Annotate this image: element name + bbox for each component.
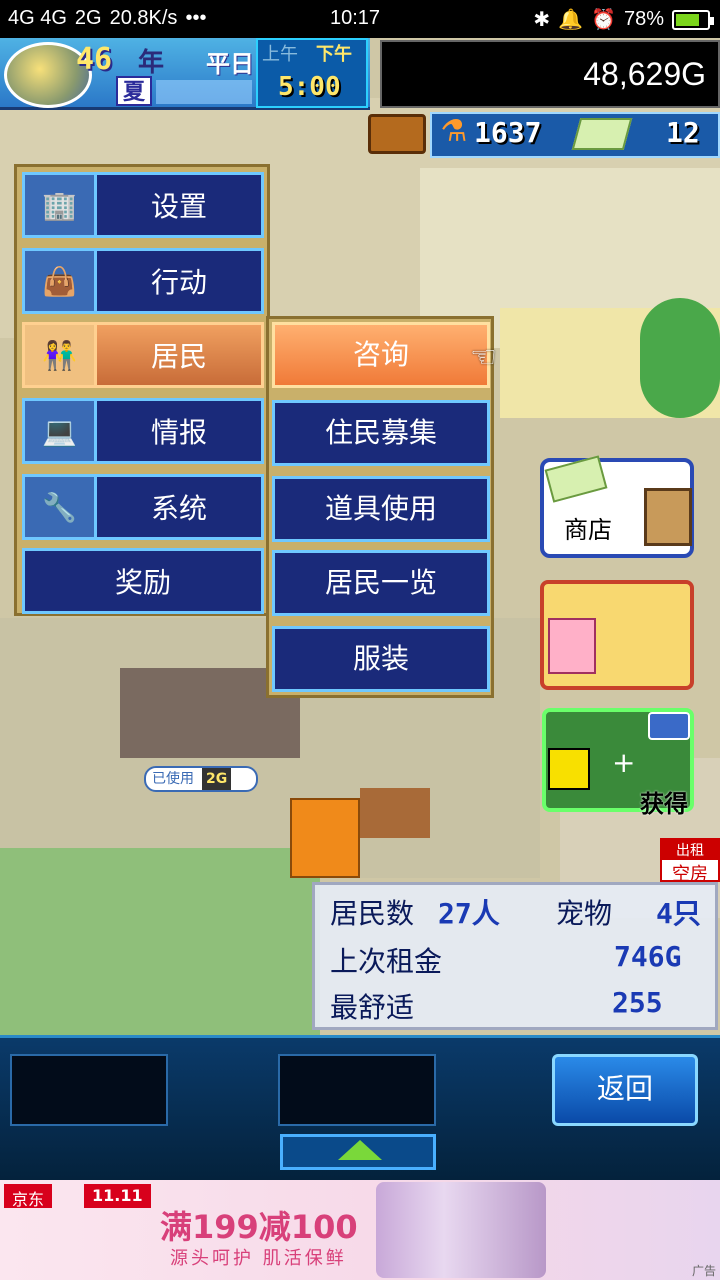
network-indicator-2: 2G xyxy=(74,7,102,29)
ampm-indicator: 上午 下午 xyxy=(262,44,352,65)
ad-product-image xyxy=(376,1182,546,1278)
vacancy-tag[interactable]: 出租 空房 xyxy=(660,838,720,885)
season-indicator xyxy=(156,80,252,104)
back-button[interactable]: 返回 xyxy=(552,1054,698,1126)
submenu-use-item[interactable]: 道具使用 xyxy=(272,476,490,542)
menu-item-settings[interactable]: 🏢 设置 xyxy=(22,172,264,238)
research-flask-icon: ⚗ xyxy=(440,114,468,149)
pets-value: 4只 xyxy=(656,897,701,930)
camera-label: 获得 xyxy=(640,790,688,818)
network-indicator: 4G 4G xyxy=(8,7,67,29)
residents-count-value: 27人 xyxy=(438,897,500,930)
season-label: 夏 xyxy=(116,76,152,106)
menu-item-residents[interactable]: 👫 居民 xyxy=(22,322,264,388)
alarm-icon: ⏰ xyxy=(591,9,616,31)
research-points: 1637 xyxy=(474,116,542,149)
ticket-icon xyxy=(571,118,633,150)
empty-slot-1[interactable] xyxy=(10,1054,168,1126)
menu-item-system[interactable]: 🔧 系统 xyxy=(22,474,264,540)
money-display: 48,629G xyxy=(380,40,720,108)
last-rent-value: 746G xyxy=(614,940,682,973)
weekday-label: 平日 xyxy=(206,50,254,78)
battery-icon xyxy=(672,9,714,30)
submenu-clothing[interactable]: 服装 xyxy=(272,626,490,692)
girl-character-icon xyxy=(548,618,596,674)
status-bar: 4G 4G 2G 20.8K/s ••• 10:17 ✱ 🔔 ⏰ 78% xyxy=(0,0,720,38)
tools-icon: 🔧 xyxy=(25,477,97,537)
comfort-value: 255 xyxy=(612,986,663,1019)
submenu-resident-list[interactable]: 居民一览 xyxy=(272,550,490,616)
game-clock: 5:00 xyxy=(278,72,341,102)
ad-subline: 源头呵护 肌活保鲜 xyxy=(170,1248,347,1269)
more-notifications-icon: ••• xyxy=(185,7,207,29)
status-time: 10:17 xyxy=(330,7,381,29)
menu-item-rewards[interactable]: 奖励 xyxy=(22,548,264,614)
residents-count-label: 居民数 xyxy=(330,897,415,930)
camera-icon xyxy=(648,712,690,740)
ticket-count: 12 xyxy=(666,116,700,149)
year-label: 年 xyxy=(138,48,165,78)
comfort-label: 最舒适 xyxy=(330,991,415,1024)
plus-icon: + xyxy=(612,746,636,779)
battery-percent: 78% xyxy=(623,8,664,30)
shop-label: 商店 xyxy=(564,516,612,544)
hand-pointer-icon: ☜ xyxy=(470,340,497,375)
bluetooth-icon: ✱ xyxy=(533,9,551,31)
empty-slot-2[interactable] xyxy=(278,1054,436,1126)
mute-icon: 🔔 xyxy=(558,9,584,31)
submenu-consult[interactable]: 咨询 xyxy=(272,322,490,388)
menu-item-action[interactable]: 👜 行动 xyxy=(22,248,264,314)
ad-tag: 11.11 xyxy=(84,1184,151,1208)
treasure-chest-icon[interactable] xyxy=(368,114,426,154)
ad-mark: 广告 xyxy=(691,1264,716,1278)
in-use-tag: 已使用 2G xyxy=(144,766,258,792)
ad-brand: 京东 xyxy=(4,1184,53,1209)
pets-label: 宠物 xyxy=(556,897,613,930)
building-icon: 🏢 xyxy=(25,175,97,235)
bag-icon: 👜 xyxy=(25,251,97,311)
arrow-up-icon xyxy=(338,1140,382,1160)
computer-icon: 💻 xyxy=(25,401,97,461)
net-speed: 20.8K/s xyxy=(109,7,178,29)
smiley-character-icon xyxy=(548,748,590,790)
shopkeeper-icon xyxy=(644,488,692,546)
menu-item-info[interactable]: 💻 情报 xyxy=(22,398,264,464)
submenu-recruit[interactable]: 住民募集 xyxy=(272,400,490,466)
year-number: 46 xyxy=(76,42,113,77)
last-rent-label: 上次租金 xyxy=(330,945,443,978)
ad-headline: 满199减100 xyxy=(160,1208,358,1246)
residents-icon: 👫 xyxy=(25,325,97,385)
